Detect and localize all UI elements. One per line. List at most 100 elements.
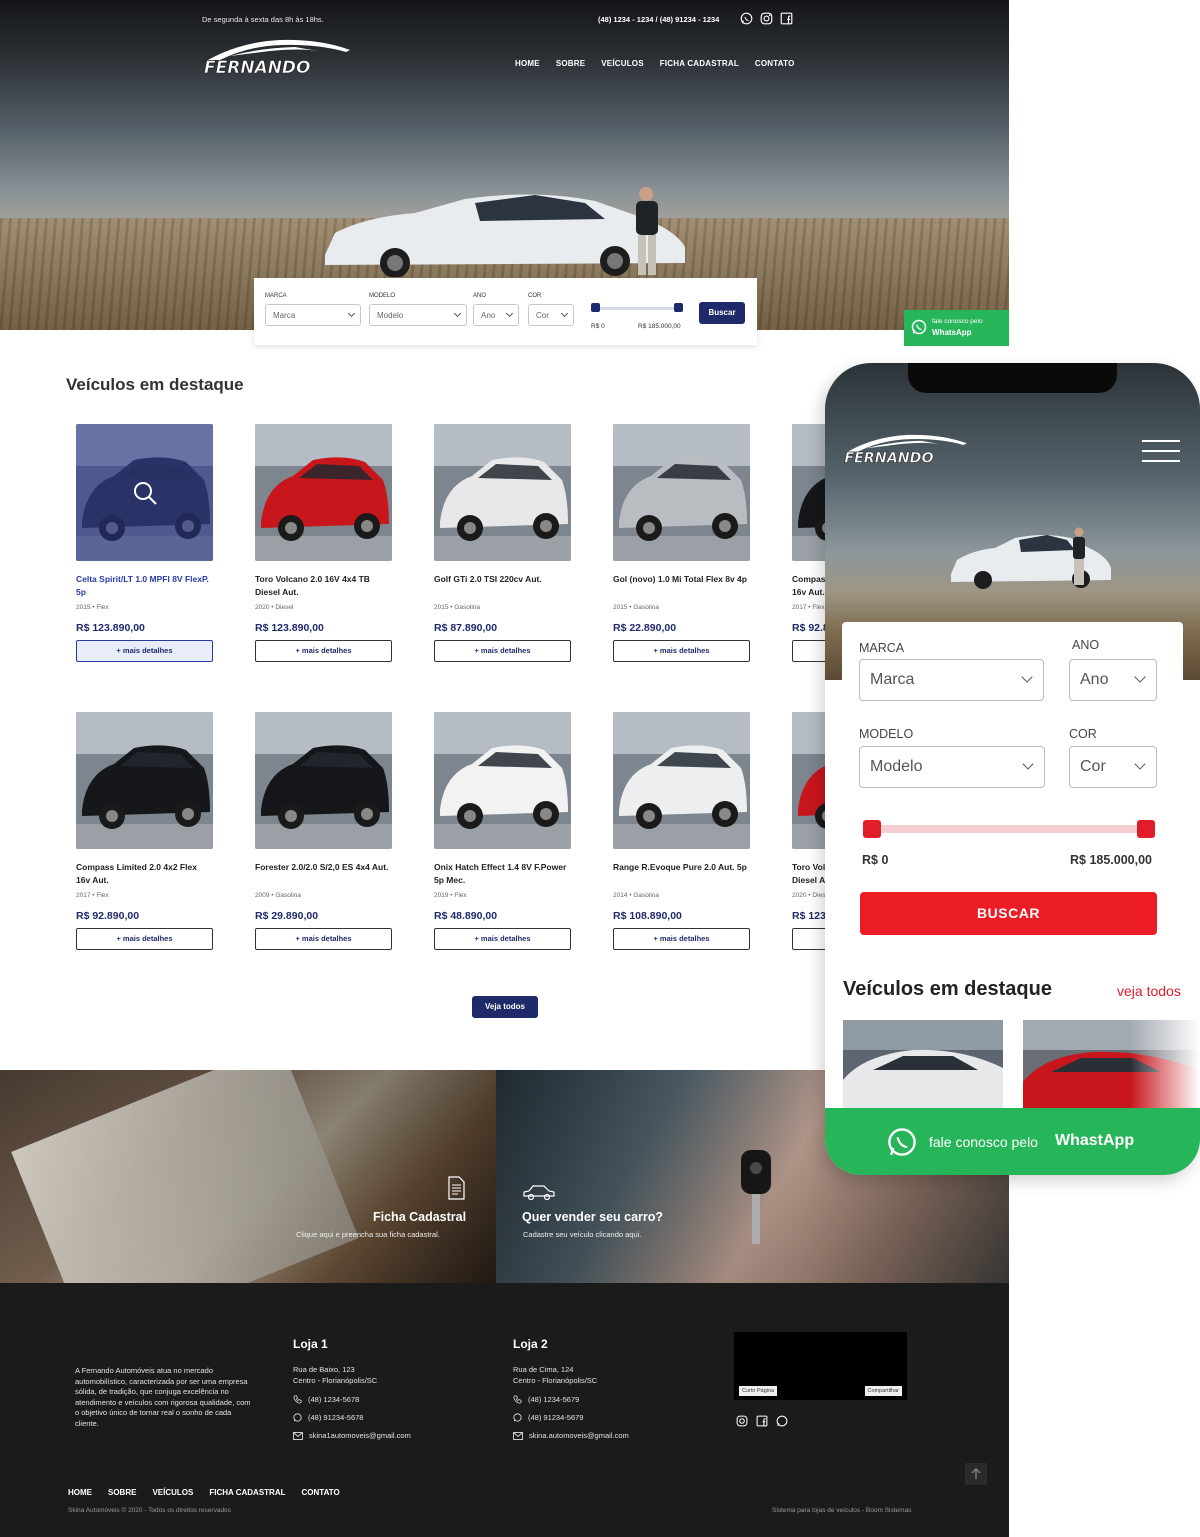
mobile-fernando-logo[interactable]: FERNANDO [841, 431, 971, 469]
store2-email[interactable]: skina.automoveis@gmail.com [529, 1431, 629, 1440]
vehicle-name[interactable]: Forester 2.0/2.0 S/2,0 ES 4x4 Aut. [255, 861, 392, 887]
nav-sobre[interactable]: SOBRE [556, 59, 585, 68]
price-min-handle[interactable] [591, 303, 600, 312]
whatsapp-icon[interactable] [740, 12, 753, 25]
footer-nav-home[interactable]: HOME [68, 1488, 92, 1497]
store2-title: Loja 2 [513, 1337, 548, 1351]
details-button[interactable]: + mais detalhes [76, 928, 213, 950]
details-button[interactable]: + mais detalhes [434, 928, 571, 950]
price-max-handle[interactable] [674, 303, 683, 312]
vehicle-card[interactable]: Onix Hatch Effect 1.4 8V F.Power 5p Mec.… [434, 712, 571, 950]
vehicle-photo[interactable] [76, 712, 213, 849]
footer-nav-sobre[interactable]: SOBRE [108, 1488, 136, 1497]
details-button[interactable]: + mais detalhes [613, 640, 750, 662]
mobile-vehicle-thumb[interactable] [843, 1020, 1003, 1120]
vehicle-price: R$ 123.890,00 [76, 622, 145, 634]
vehicle-card[interactable]: Range R.Evoque Pure 2.0 Aut. 5p 2014 • Ga… [613, 712, 750, 950]
details-button[interactable]: + mais detalhes [255, 640, 392, 662]
footer-nav-ficha-cadastral[interactable]: FICHA CADASTRAL [209, 1488, 285, 1497]
view-all-button[interactable]: Veja todos [472, 996, 538, 1018]
price-range-slider[interactable] [591, 303, 683, 312]
vehicle-price: R$ 48.890,00 [434, 910, 498, 922]
facebook-icon[interactable] [756, 1415, 768, 1427]
vehicle-photo[interactable] [613, 712, 750, 849]
mobile-marca-select[interactable]: Marca [859, 659, 1044, 701]
store1-phone[interactable]: (48) 1234-5678 [308, 1395, 359, 1404]
vehicle-name[interactable]: Range R.Evoque Pure 2.0 Aut. 5p [613, 861, 750, 887]
back-to-top-button[interactable] [965, 1463, 987, 1485]
vehicle-photo[interactable] [434, 712, 571, 849]
ano-label: ANO [473, 293, 487, 299]
vehicle-photo[interactable] [255, 712, 392, 849]
mobile-whatsapp-bar[interactable]: fale conosco pelo WhastApp [825, 1108, 1200, 1175]
facebook-share-button[interactable]: Compartilhar [864, 1386, 902, 1396]
mobile-search-button[interactable]: BUSCAR [860, 892, 1157, 935]
nav-home[interactable]: HOME [515, 59, 540, 68]
price-max-value: R$ 185.000,00 [638, 323, 681, 330]
facebook-like-button[interactable]: Curtir Página [739, 1386, 778, 1396]
phone-notch [908, 363, 1117, 393]
instagram-icon[interactable] [736, 1415, 748, 1427]
vehicle-card[interactable]: Toro Volcano 2.0 16V 4x4 TB Diesel Aut. 2… [255, 424, 392, 662]
vehicle-photo[interactable] [255, 424, 392, 561]
mobile-price-min-handle[interactable] [863, 820, 881, 838]
facebook-icon[interactable] [780, 12, 793, 25]
mobile-vehicle-thumb[interactable] [1023, 1020, 1200, 1120]
mobile-whatsapp-line2: WhastApp [1055, 1132, 1135, 1149]
nav-veiculos[interactable]: VEÍCULOS [601, 59, 644, 68]
vehicle-card[interactable]: Compass Limited 2.0 4x2 Flex 16v Aut. 201… [76, 712, 213, 950]
vehicle-card[interactable]: Forester 2.0/2.0 S/2,0 ES 4x4 Aut. 2009 •… [255, 712, 392, 950]
vehicle-name[interactable]: Toro Volcano 2.0 16V 4x4 TB Diesel Aut. [255, 573, 392, 599]
mobile-modelo-select[interactable]: Modelo [859, 746, 1045, 788]
ficha-cadastral-banner[interactable]: Ficha Cadastral Clique aqui e preencha s… [0, 1070, 496, 1283]
marca-label: MARCA [265, 293, 287, 299]
ficha-cadastral-title: Ficha Cadastral [373, 1210, 467, 1224]
mobile-view-all-link[interactable]: veja todos [1117, 983, 1181, 999]
vehicle-name[interactable]: Gol (novo) 1.0 Mi Total Flex 8v 4p [613, 573, 750, 599]
vehicle-card[interactable]: Golf GTi 2.0 TSI 220cv Aut. 2015 • Gasoli… [434, 424, 571, 662]
mobile-price-max-handle[interactable] [1137, 820, 1155, 838]
store1-email[interactable]: skina1automoveis@gmail.com [309, 1431, 411, 1440]
store1-whatsapp[interactable]: (48) 91234-5678 [308, 1413, 363, 1422]
details-button[interactable]: + mais detalhes [434, 640, 571, 662]
vehicle-photo[interactable] [76, 424, 213, 561]
nav-ficha-cadastral[interactable]: FICHA CADASTRAL [660, 59, 739, 68]
details-button[interactable]: + mais detalhes [76, 640, 213, 662]
mobile-modelo-label: MODELO [859, 727, 914, 741]
details-button[interactable]: + mais detalhes [255, 928, 392, 950]
whatsapp-floating-button[interactable]: fale conosco pelo WhatsApp [904, 310, 1009, 346]
vehicle-card[interactable]: Celta Spirit/LT 1.0 MPFI 8V FlexP. 5p 201… [76, 424, 213, 662]
footer-nav-contato[interactable]: CONTATO [302, 1488, 340, 1497]
details-button[interactable]: + mais detalhes [613, 928, 750, 950]
ano-select[interactable]: Ano [473, 304, 519, 326]
search-button[interactable]: Buscar [699, 302, 745, 324]
instagram-icon[interactable] [760, 12, 773, 25]
mobile-price-range-slider[interactable] [863, 820, 1155, 838]
vehicle-name[interactable]: Celta Spirit/LT 1.0 MPFI 8V FlexP. 5p [76, 573, 213, 599]
marca-select[interactable]: Marca [265, 304, 361, 326]
system-credit[interactable]: Sistema para lojas de veículos - Boom Si… [772, 1507, 911, 1514]
hamburger-menu-icon[interactable] [1142, 440, 1180, 462]
store2-info: Loja 2 Rua de Cima, 124 Centro - Florianó… [513, 1337, 629, 1449]
vehicle-card[interactable]: Gol (novo) 1.0 Mi Total Flex 8v 4p 2015 •… [613, 424, 750, 662]
whatsapp-icon[interactable] [776, 1415, 788, 1427]
whatsapp-icon [888, 1128, 916, 1156]
fernando-logo[interactable]: FERNANDO [200, 36, 355, 80]
store2-phone[interactable]: (48) 1234-5679 [528, 1395, 579, 1404]
mobile-ano-select[interactable]: Ano [1069, 659, 1157, 701]
vehicle-photo[interactable] [434, 424, 571, 561]
vehicle-name[interactable]: Compass Limited 2.0 4x2 Flex 16v Aut. [76, 861, 213, 887]
cor-select[interactable]: Cor [528, 304, 574, 326]
chevron-down-icon [560, 309, 569, 318]
nav-contato[interactable]: CONTATO [755, 59, 795, 68]
store2-whatsapp[interactable]: (48) 91234-5679 [528, 1413, 583, 1422]
store1-address: Rua de Baixo, 123 [293, 1365, 355, 1374]
mobile-search-form: MARCA ANO Marca Ano MODELO COR Modelo Co… [842, 622, 1183, 1032]
modelo-select[interactable]: Modelo [369, 304, 467, 326]
store2-address: Rua de Cima, 124 [513, 1365, 574, 1374]
vehicle-name[interactable]: Golf GTi 2.0 TSI 220cv Aut. [434, 573, 571, 599]
vehicle-photo[interactable] [613, 424, 750, 561]
vehicle-name[interactable]: Onix Hatch Effect 1.4 8V F.Power 5p Mec. [434, 861, 571, 887]
mobile-cor-select[interactable]: Cor [1069, 746, 1157, 788]
footer-nav-veiculos[interactable]: VEÍCULOS [152, 1488, 193, 1497]
